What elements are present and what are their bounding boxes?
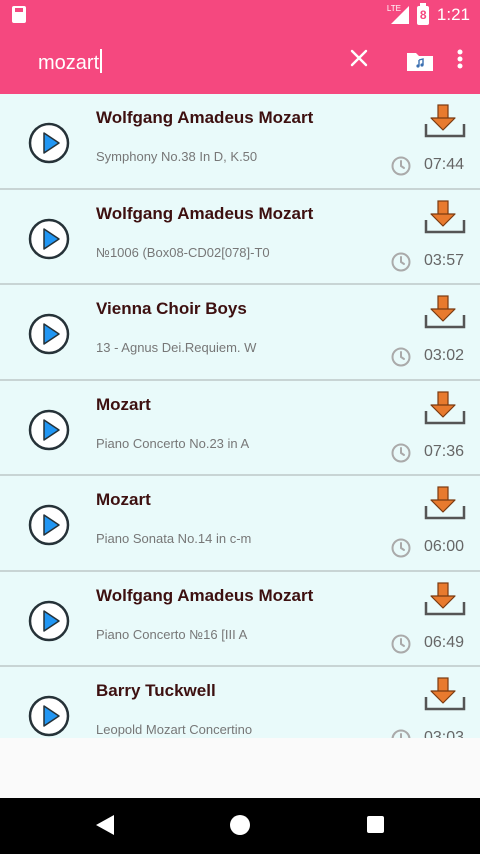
clock-icon	[391, 156, 411, 176]
track-row[interactable]: Wolfgang Amadeus Mozart №1006 (Box08-CD0…	[0, 189, 480, 285]
download-icon[interactable]	[424, 486, 466, 522]
track-artist: Barry Tuckwell	[96, 681, 216, 700]
track-title: Symphony No.38 In D, K.50	[96, 149, 258, 164]
download-icon[interactable]	[424, 295, 466, 331]
track-artist: Wolfgang Amadeus Mozart	[96, 585, 314, 605]
play-circle-icon[interactable]	[28, 695, 70, 737]
download-icon[interactable]	[424, 390, 466, 427]
track-artist: Wolfgang Amadeus Mozart	[96, 203, 314, 223]
clock-icon	[391, 252, 411, 271]
track-title: Leopold Mozart Concertino	[96, 722, 253, 737]
more-vert-icon[interactable]	[456, 48, 464, 70]
play-circle-icon[interactable]	[28, 122, 70, 164]
track-list[interactable]: Wolfgang Amadeus Mozart Symphony No.38 I…	[0, 94, 480, 738]
navigation-bar	[0, 798, 480, 854]
music-folder-icon[interactable]	[406, 50, 434, 72]
track-artist: Mozart	[96, 394, 151, 414]
home-icon[interactable]	[230, 815, 250, 835]
recent-apps-icon[interactable]	[367, 816, 384, 833]
track-title: Piano Concerto No.23 in A	[96, 435, 250, 451]
track-row[interactable]: Mozart Piano Concerto No.23 in A 07:36	[0, 380, 480, 476]
download-icon[interactable]	[424, 581, 466, 618]
empty-area	[0, 738, 480, 798]
battery-icon: 8	[416, 2, 429, 25]
play-circle-icon[interactable]	[28, 218, 70, 260]
clock-icon	[391, 634, 411, 653]
play-circle-icon[interactable]	[28, 409, 70, 451]
toolbar: mozart	[0, 30, 480, 94]
text-caret	[100, 49, 103, 73]
signal-icon: LTE	[386, 4, 409, 24]
clock-icon	[391, 538, 411, 558]
track-title: №1006 (Box08-CD02[078]-T0	[96, 244, 270, 260]
track-duration: 03:02	[424, 347, 465, 364]
track-row[interactable]: Wolfgang Amadeus Mozart Piano Concerto №…	[0, 571, 480, 667]
track-duration: 06:49	[424, 633, 465, 651]
back-icon[interactable]	[96, 815, 114, 835]
track-title: 13 - Agnus Dei.Requiem. W	[96, 340, 257, 355]
search-query: mozart	[38, 52, 100, 74]
play-circle-icon[interactable]	[28, 600, 70, 642]
play-circle-icon[interactable]	[28, 504, 70, 546]
download-icon[interactable]	[424, 104, 466, 140]
track-artist: Wolfgang Amadeus Mozart	[96, 108, 314, 127]
clock-icon	[391, 729, 411, 738]
clock-icon	[391, 347, 411, 367]
track-title: Piano Concerto №16 [III A	[96, 626, 248, 642]
status-bar: LTE 8 1:21	[0, 0, 480, 30]
track-row[interactable]: Vienna Choir Boys 13 - Agnus Dei.Requiem…	[0, 285, 480, 381]
track-duration: 03:57	[424, 251, 465, 269]
battery-level: 8	[419, 7, 427, 22]
sd-card-icon	[12, 6, 26, 23]
track-duration: 06:00	[424, 538, 465, 555]
search-input[interactable]: mozart	[38, 49, 103, 75]
download-icon[interactable]	[424, 677, 466, 713]
track-artist: Vienna Choir Boys	[96, 299, 247, 318]
track-row[interactable]: Barry Tuckwell Leopold Mozart Concertino…	[0, 667, 480, 738]
play-circle-icon[interactable]	[28, 313, 70, 355]
close-icon[interactable]	[349, 48, 369, 68]
clock-icon	[391, 443, 411, 462]
track-title: Piano Sonata No.14 in c-m	[96, 531, 252, 546]
clock-time: 1:21	[436, 5, 470, 24]
network-type: LTE	[386, 4, 401, 13]
track-duration: 03:03	[424, 729, 465, 738]
track-duration: 07:36	[424, 442, 465, 460]
track-row[interactable]: Wolfgang Amadeus Mozart Symphony No.38 I…	[0, 94, 480, 190]
download-icon[interactable]	[424, 199, 466, 236]
track-artist: Mozart	[96, 490, 151, 509]
track-duration: 07:44	[424, 156, 465, 173]
track-row[interactable]: Mozart Piano Sonata No.14 in c-m 06:00	[0, 476, 480, 572]
